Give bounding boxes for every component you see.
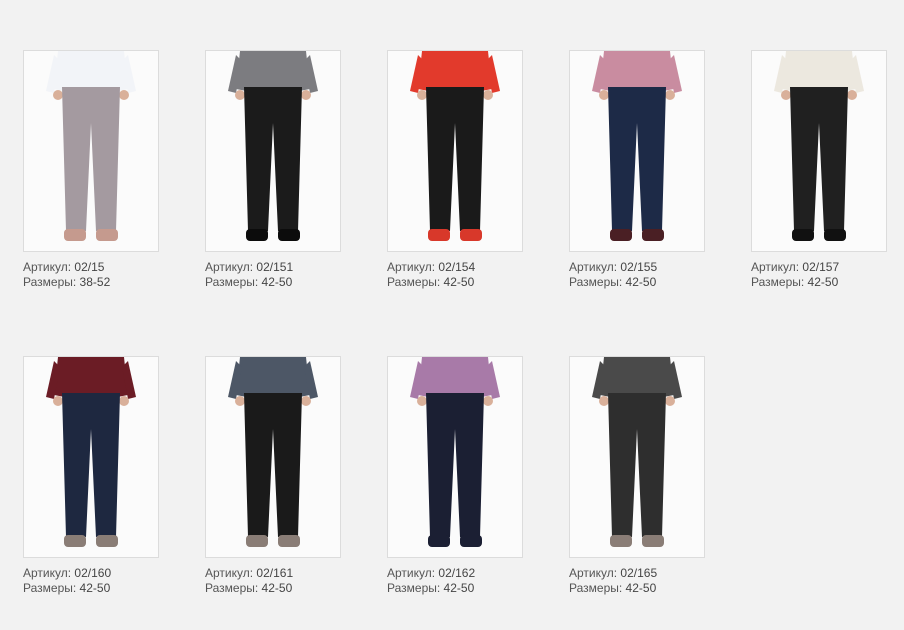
sizes-line: Размеры: 42-50 xyxy=(569,581,705,596)
product-card: Артикул: 02/15 Размеры: 38-52 xyxy=(23,50,159,290)
sizes-value: 42-50 xyxy=(261,275,293,289)
sizes-line: Размеры: 42-50 xyxy=(387,581,523,596)
product-photo[interactable] xyxy=(205,356,341,558)
sizes-value: 42-50 xyxy=(261,581,293,595)
sizes-value: 42-50 xyxy=(625,275,657,289)
product-info: Артикул: 02/151 Размеры: 42-50 xyxy=(205,260,341,290)
article-number: 02/151 xyxy=(256,260,294,274)
product-info: Артикул: 02/165 Размеры: 42-50 xyxy=(569,566,705,596)
sizes-value: 42-50 xyxy=(79,581,111,595)
product-photo[interactable] xyxy=(387,356,523,558)
product-info: Артикул: 02/15 Размеры: 38-52 xyxy=(23,260,159,290)
sizes-label: Размеры: xyxy=(23,275,77,289)
article-label: Артикул: xyxy=(205,566,254,580)
model-silhouette xyxy=(24,51,158,251)
sizes-line: Размеры: 42-50 xyxy=(23,581,159,596)
article-number: 02/161 xyxy=(256,566,294,580)
sizes-label: Размеры: xyxy=(569,581,623,595)
product-photo[interactable] xyxy=(569,356,705,558)
model-silhouette xyxy=(752,51,886,251)
product-card: Артикул: 02/161 Размеры: 42-50 xyxy=(205,356,341,596)
product-info: Артикул: 02/155 Размеры: 42-50 xyxy=(569,260,705,290)
sizes-label: Размеры: xyxy=(387,581,441,595)
article-line: Артикул: 02/15 xyxy=(23,260,159,275)
article-label: Артикул: xyxy=(387,260,436,274)
sizes-label: Размеры: xyxy=(387,275,441,289)
sizes-value: 42-50 xyxy=(443,275,475,289)
article-label: Артикул: xyxy=(23,566,72,580)
article-label: Артикул: xyxy=(23,260,72,274)
sizes-line: Размеры: 38-52 xyxy=(23,275,159,290)
sizes-label: Размеры: xyxy=(205,581,259,595)
product-photo[interactable] xyxy=(569,50,705,252)
article-line: Артикул: 02/161 xyxy=(205,566,341,581)
product-card: Артикул: 02/157 Размеры: 42-50 xyxy=(751,50,887,290)
model-silhouette xyxy=(206,357,340,557)
model-silhouette xyxy=(388,51,522,251)
article-label: Артикул: xyxy=(751,260,800,274)
product-card: Артикул: 02/154 Размеры: 42-50 xyxy=(387,50,523,290)
sizes-value: 42-50 xyxy=(807,275,839,289)
product-info: Артикул: 02/154 Размеры: 42-50 xyxy=(387,260,523,290)
article-number: 02/162 xyxy=(438,566,476,580)
article-label: Артикул: xyxy=(569,260,618,274)
article-label: Артикул: xyxy=(569,566,618,580)
article-line: Артикул: 02/151 xyxy=(205,260,341,275)
product-info: Артикул: 02/162 Размеры: 42-50 xyxy=(387,566,523,596)
product-card: Артикул: 02/151 Размеры: 42-50 xyxy=(205,50,341,290)
article-label: Артикул: xyxy=(205,260,254,274)
sizes-label: Размеры: xyxy=(205,275,259,289)
product-card: Артикул: 02/165 Размеры: 42-50 xyxy=(569,356,705,596)
model-silhouette xyxy=(388,357,522,557)
product-photo[interactable] xyxy=(23,356,159,558)
product-photo[interactable] xyxy=(751,50,887,252)
article-line: Артикул: 02/165 xyxy=(569,566,705,581)
article-line: Артикул: 02/157 xyxy=(751,260,887,275)
sizes-value: 38-52 xyxy=(79,275,111,289)
article-line: Артикул: 02/155 xyxy=(569,260,705,275)
article-number: 02/165 xyxy=(620,566,658,580)
article-label: Артикул: xyxy=(387,566,436,580)
sizes-line: Размеры: 42-50 xyxy=(387,275,523,290)
product-grid: Артикул: 02/15 Размеры: 38-52 Артикул: 0… xyxy=(0,0,904,630)
product-info: Артикул: 02/161 Размеры: 42-50 xyxy=(205,566,341,596)
product-card: Артикул: 02/160 Размеры: 42-50 xyxy=(23,356,159,596)
model-silhouette xyxy=(24,357,158,557)
product-photo[interactable] xyxy=(205,50,341,252)
model-silhouette xyxy=(570,51,704,251)
article-line: Артикул: 02/160 xyxy=(23,566,159,581)
product-info: Артикул: 02/160 Размеры: 42-50 xyxy=(23,566,159,596)
article-number: 02/154 xyxy=(438,260,476,274)
product-photo[interactable] xyxy=(387,50,523,252)
model-silhouette xyxy=(570,357,704,557)
product-info: Артикул: 02/157 Размеры: 42-50 xyxy=(751,260,887,290)
article-number: 02/157 xyxy=(802,260,840,274)
sizes-line: Размеры: 42-50 xyxy=(569,275,705,290)
model-silhouette xyxy=(206,51,340,251)
sizes-value: 42-50 xyxy=(625,581,657,595)
product-card: Артикул: 02/162 Размеры: 42-50 xyxy=(387,356,523,596)
article-line: Артикул: 02/154 xyxy=(387,260,523,275)
sizes-line: Размеры: 42-50 xyxy=(751,275,887,290)
sizes-label: Размеры: xyxy=(751,275,805,289)
article-number: 02/15 xyxy=(74,260,105,274)
sizes-label: Размеры: xyxy=(23,581,77,595)
sizes-line: Размеры: 42-50 xyxy=(205,275,341,290)
sizes-label: Размеры: xyxy=(569,275,623,289)
article-number: 02/160 xyxy=(74,566,112,580)
product-card: Артикул: 02/155 Размеры: 42-50 xyxy=(569,50,705,290)
article-line: Артикул: 02/162 xyxy=(387,566,523,581)
sizes-value: 42-50 xyxy=(443,581,475,595)
product-photo[interactable] xyxy=(23,50,159,252)
sizes-line: Размеры: 42-50 xyxy=(205,581,341,596)
article-number: 02/155 xyxy=(620,260,658,274)
